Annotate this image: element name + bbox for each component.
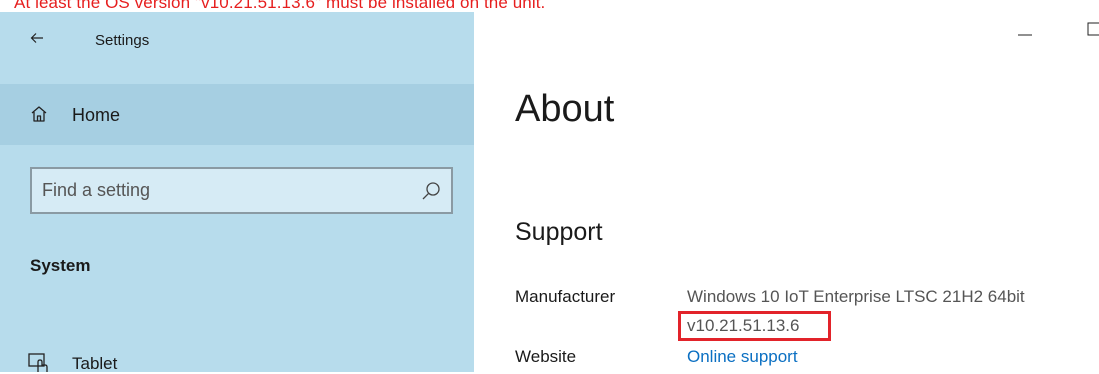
- page-title: About: [515, 88, 615, 130]
- version-highlight-box: [678, 311, 831, 341]
- search-icon[interactable]: [421, 181, 441, 201]
- tablet-icon: [28, 353, 48, 372]
- group-heading-system: System: [30, 256, 91, 275]
- minimize-icon[interactable]: [1010, 20, 1040, 50]
- maximize-icon[interactable]: [1078, 20, 1099, 50]
- sidebar-pane: Settings Home System Tablet: [0, 12, 474, 374]
- home-icon: [31, 106, 47, 122]
- manufacturer-value: Windows 10 IoT Enterprise LTSC 21H2 64bi…: [687, 287, 1025, 306]
- sidebar-item-home-label: Home: [72, 105, 121, 125]
- manufacturer-label: Manufacturer: [515, 287, 616, 306]
- back-arrow-icon[interactable]: [30, 32, 44, 44]
- search-box: [30, 167, 453, 214]
- website-label: Website: [515, 347, 577, 366]
- search-input[interactable]: [42, 169, 402, 212]
- sidebar-item-tablet[interactable]: Tablet: [72, 354, 117, 374]
- section-title-support: Support: [515, 218, 603, 246]
- app-title: Settings: [95, 32, 150, 49]
- online-support-link[interactable]: Online support: [687, 347, 798, 367]
